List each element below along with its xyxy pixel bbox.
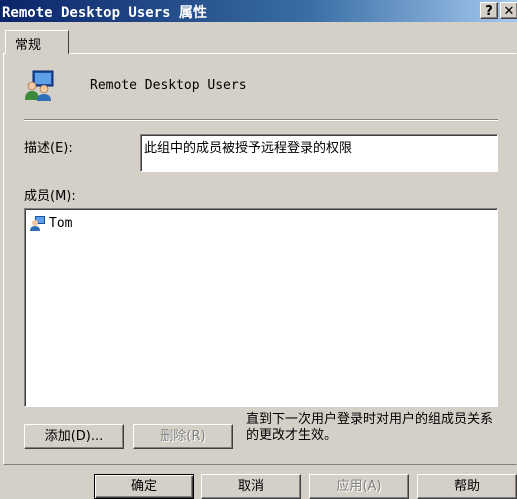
tab-general[interactable]: 常规 [5,30,69,54]
membership-note: 直到下一次用户登录时对用户的组成员关系的更改才生效。 [246,412,494,443]
window-title: Remote Desktop Users 属性 [2,5,208,21]
member-name: Tom [49,215,73,231]
add-button[interactable]: 添加(D)... [24,424,124,449]
help-dialog-button[interactable]: 帮助 [417,474,517,499]
ok-button[interactable]: 确定 [94,474,194,499]
members-list[interactable]: Tom [24,208,498,407]
user-icon [30,216,45,231]
title-bar: Remote Desktop Users 属性 ? ✕ [0,0,517,22]
help-button[interactable]: ? [480,2,498,19]
user-group-icon [25,70,54,101]
help-icon: ? [485,4,493,19]
list-item[interactable]: Tom [30,214,72,232]
remove-button[interactable]: 删除(R) [133,424,233,449]
close-button[interactable]: ✕ [500,2,517,19]
cancel-button[interactable]: 取消 [201,474,301,499]
apply-button[interactable]: 应用(A) [309,474,409,499]
group-name: Remote Desktop Users [90,78,247,93]
description-label: 描述(E): [24,141,73,156]
members-label: 成员(M): [24,189,76,204]
description-field[interactable]: 此组中的成员被授予远程登录的权限 [140,134,498,172]
tab-general-label: 常规 [15,38,42,53]
close-icon: ✕ [503,4,515,19]
separator [24,119,498,121]
